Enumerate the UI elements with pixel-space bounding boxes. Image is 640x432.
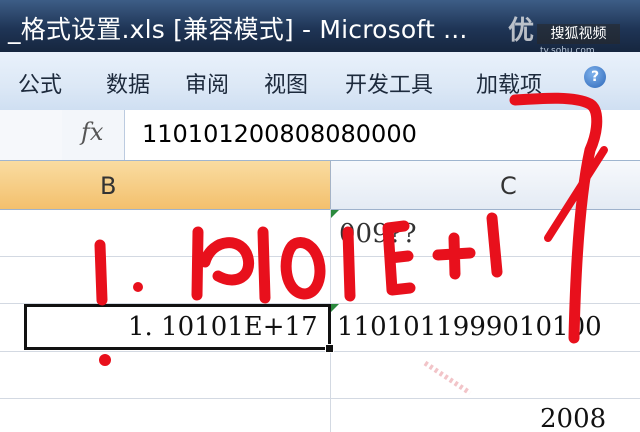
error-indicator-icon (331, 304, 339, 312)
cell-c-row3[interactable]: 1101011999010100 (337, 312, 602, 342)
tab-addins[interactable]: 加载项 (476, 67, 542, 99)
sohu-watermark-logo: 搜狐视频 (537, 24, 620, 44)
formula-input[interactable]: 110101200808080000 (142, 120, 417, 148)
excel-window: _格式设置.xls [兼容模式] - Microsoft ... 优 搜狐视频 … (0, 0, 640, 432)
tab-developer[interactable]: 开发工具 (345, 67, 433, 99)
help-icon[interactable]: ? (584, 66, 606, 88)
scribble-dot (133, 282, 143, 292)
column-header-b[interactable] (0, 161, 331, 209)
active-cell-border[interactable] (24, 304, 331, 350)
scribble-one-zero (191, 226, 255, 301)
scribble-digit-one (257, 226, 271, 304)
name-box[interactable] (0, 110, 63, 160)
tab-view[interactable]: 视图 (264, 67, 308, 99)
insert-function-icon[interactable]: fx (81, 118, 103, 146)
column-header-b-label: B (100, 172, 117, 200)
scribble-faint-stroke (423, 360, 472, 396)
cell-c-row5[interactable]: 2008 (540, 404, 606, 432)
tab-data[interactable]: 数据 (106, 67, 150, 99)
scribble-digit-zero (280, 237, 326, 300)
tab-review[interactable]: 审阅 (185, 67, 229, 99)
scribble-digit-one (94, 239, 108, 306)
fill-handle[interactable] (325, 344, 334, 353)
youku-watermark-logo: 优 (508, 16, 535, 46)
error-indicator-icon (331, 210, 339, 218)
ribbon-tab-bar (0, 52, 640, 111)
cell-c-row1[interactable]: 009?? (339, 219, 417, 249)
row-gridline (0, 398, 640, 399)
row-gridline (0, 256, 640, 257)
scribble-digit-one (486, 212, 503, 278)
tab-formulas[interactable]: 公式 (18, 67, 62, 99)
window-title: _格式设置.xls [兼容模式] - Microsoft ... (8, 15, 468, 44)
column-header-c-label[interactable]: C (500, 172, 517, 200)
scribble-dot (99, 354, 111, 366)
row-gridline (0, 351, 640, 352)
